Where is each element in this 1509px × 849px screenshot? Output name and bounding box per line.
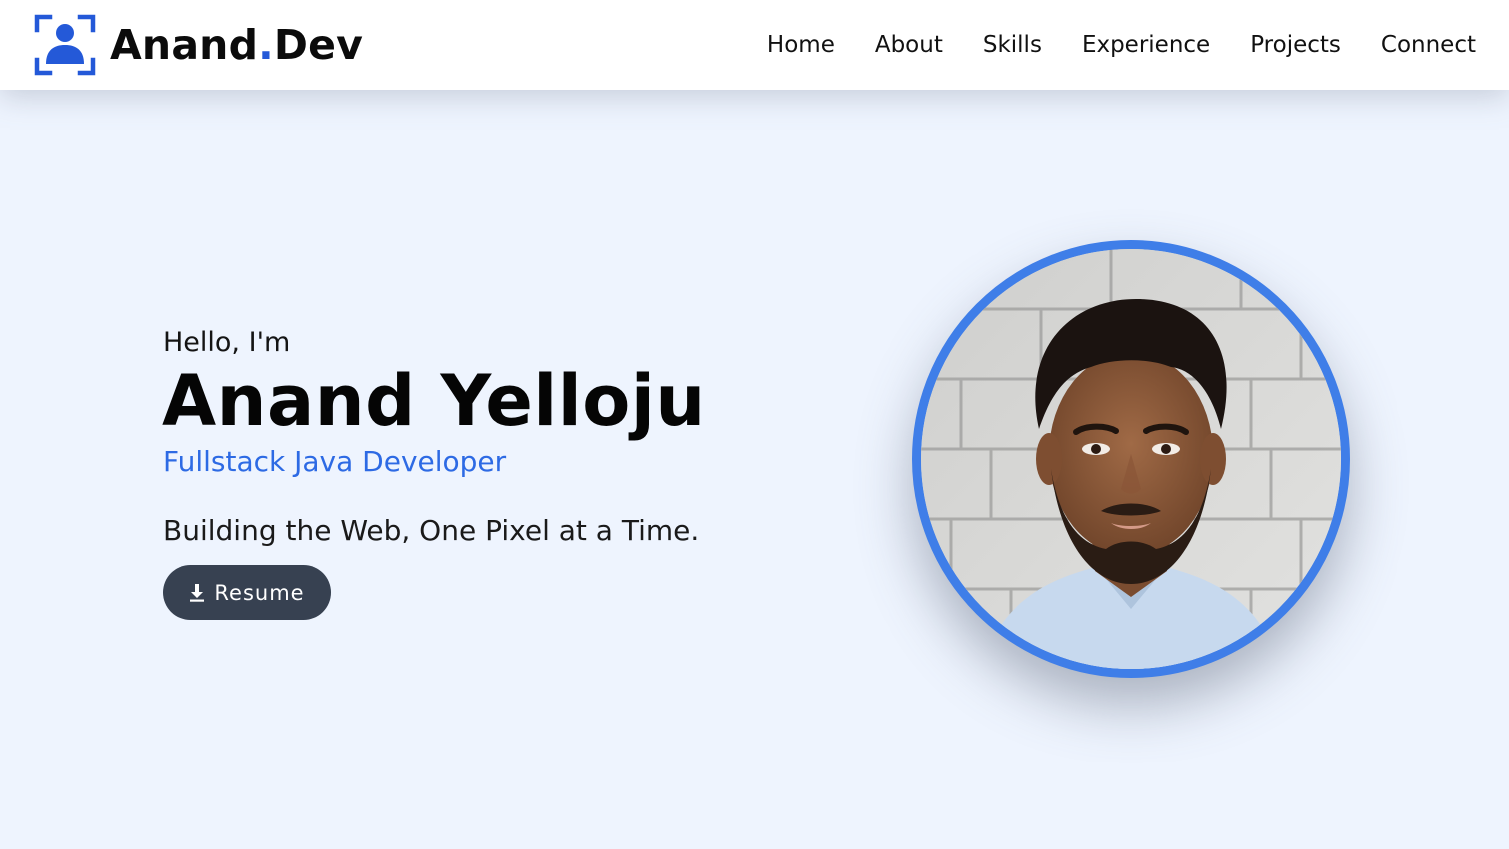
download-icon [190, 583, 205, 602]
brand-logo[interactable]: Anand.Dev [34, 14, 363, 76]
nav-item-experience[interactable]: Experience [1082, 32, 1210, 58]
profile-photo-image [921, 249, 1341, 669]
hero-name: Anand Yelloju [162, 360, 706, 442]
nav-item-skills[interactable]: Skills [983, 32, 1042, 58]
brand-dot: . [258, 20, 274, 69]
hero-greeting: Hello, I'm [163, 327, 291, 358]
nav-item-about[interactable]: About [875, 32, 943, 58]
nav-item-connect[interactable]: Connect [1381, 32, 1476, 58]
nav-item-projects[interactable]: Projects [1250, 32, 1341, 58]
brand-name: Anand [110, 20, 259, 69]
brand-suffix: Dev [273, 20, 364, 69]
resume-download-button[interactable]: Resume [163, 565, 331, 620]
brand-text: Anand.Dev [110, 24, 363, 66]
top-navbar: Anand.Dev Home About Skills Experience P… [0, 0, 1509, 90]
hero-tagline: Building the Web, One Pixel at a Time. [163, 514, 700, 547]
resume-button-label: Resume [214, 580, 305, 605]
nav-links: Home About Skills Experience Projects Co… [727, 0, 1476, 90]
hero-section: Hello, I'm Anand Yelloju Fullstack Java … [0, 90, 1509, 849]
profile-photo [912, 240, 1350, 678]
user-focus-icon [34, 14, 96, 76]
nav-item-home[interactable]: Home [767, 32, 835, 58]
hero-role: Fullstack Java Developer [163, 445, 507, 478]
